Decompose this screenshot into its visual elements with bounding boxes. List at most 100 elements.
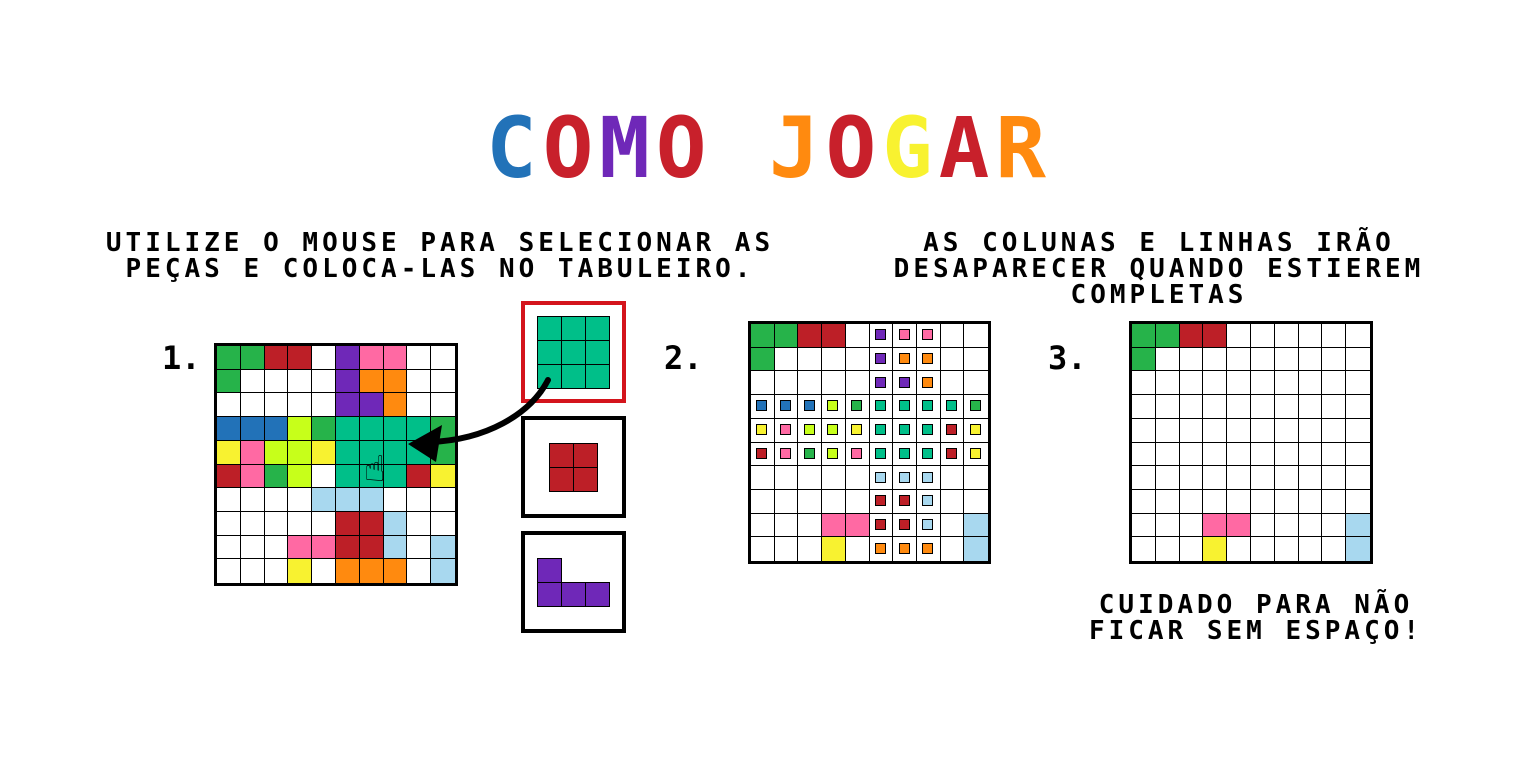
board-cell[interactable] xyxy=(335,511,360,536)
board-cell[interactable] xyxy=(288,440,313,465)
board-cell[interactable] xyxy=(288,393,313,418)
piece-slot-purple-l[interactable] xyxy=(521,531,626,633)
board-cell[interactable] xyxy=(359,369,384,394)
clearing-block xyxy=(803,400,815,412)
board-cell xyxy=(798,466,823,490)
clearing-block xyxy=(922,400,934,412)
board-cell[interactable] xyxy=(335,346,360,370)
board-cell[interactable] xyxy=(264,511,289,536)
board-cell[interactable] xyxy=(312,559,336,583)
clearing-block xyxy=(851,424,863,436)
board-cell[interactable] xyxy=(217,464,241,489)
board-cell xyxy=(1250,324,1275,348)
board-cell xyxy=(916,466,941,490)
board-cell[interactable] xyxy=(407,535,432,560)
board-cell[interactable] xyxy=(264,346,289,370)
board-cell[interactable] xyxy=(407,511,432,536)
board-cell[interactable] xyxy=(264,559,289,583)
board-cell[interactable] xyxy=(335,535,360,560)
board-cell[interactable] xyxy=(240,488,265,512)
board-cell[interactable] xyxy=(217,346,241,370)
board-cell[interactable] xyxy=(312,535,336,560)
board-cell xyxy=(1250,442,1275,467)
board-cell xyxy=(940,395,965,419)
board-cell[interactable] xyxy=(335,440,360,465)
board-cell[interactable] xyxy=(240,417,265,441)
board-cell[interactable] xyxy=(240,535,265,560)
board-cell[interactable] xyxy=(240,511,265,536)
board-cell[interactable] xyxy=(264,535,289,560)
board-cell[interactable] xyxy=(240,393,265,418)
board-cell[interactable] xyxy=(264,440,289,465)
board-cell[interactable] xyxy=(264,464,289,489)
board-cell[interactable] xyxy=(359,511,384,536)
board-cell[interactable] xyxy=(217,393,241,418)
board-cell[interactable] xyxy=(264,393,289,418)
board-cell[interactable] xyxy=(383,559,408,583)
board-cell[interactable] xyxy=(240,369,265,394)
board-cell[interactable] xyxy=(240,464,265,489)
board-cell[interactable] xyxy=(335,393,360,418)
board-cell xyxy=(845,513,870,538)
board-cell[interactable] xyxy=(264,488,289,512)
board-cell[interactable] xyxy=(312,464,336,489)
clearing-block xyxy=(970,447,982,459)
board-cell[interactable] xyxy=(359,393,384,418)
board-cell[interactable] xyxy=(312,393,336,418)
board-cell[interactable] xyxy=(217,440,241,465)
board-cell[interactable] xyxy=(431,535,455,560)
board-cell[interactable] xyxy=(335,369,360,394)
board-cell[interactable] xyxy=(359,346,384,370)
board-cell[interactable] xyxy=(288,417,313,441)
board-cell[interactable] xyxy=(383,535,408,560)
board-cell[interactable] xyxy=(217,535,241,560)
board-cell[interactable] xyxy=(335,488,360,512)
board-cell[interactable] xyxy=(288,488,313,512)
board-cell[interactable] xyxy=(312,511,336,536)
board-cell[interactable] xyxy=(288,559,313,583)
board-cell[interactable] xyxy=(240,559,265,583)
board-cell[interactable] xyxy=(240,440,265,465)
board-cell[interactable] xyxy=(431,511,455,536)
board-cell[interactable] xyxy=(288,464,313,489)
board-cell[interactable] xyxy=(359,488,384,512)
board-cell[interactable] xyxy=(383,511,408,536)
board-cell[interactable] xyxy=(335,464,360,489)
board-cell xyxy=(1132,347,1156,372)
board-cell[interactable] xyxy=(383,346,408,370)
board-cell[interactable] xyxy=(431,488,455,512)
board-cell xyxy=(1322,537,1347,561)
board-cell[interactable] xyxy=(288,511,313,536)
board-cell xyxy=(869,513,894,538)
board-cell[interactable] xyxy=(217,511,241,536)
board-cell xyxy=(845,418,870,443)
board-cell[interactable] xyxy=(312,417,336,441)
board-cell[interactable] xyxy=(312,440,336,465)
board-cell[interactable] xyxy=(312,346,336,370)
board-cell[interactable] xyxy=(335,559,360,583)
board-cell[interactable] xyxy=(335,417,360,441)
board-cell[interactable] xyxy=(240,346,265,370)
board-cell[interactable] xyxy=(407,559,432,583)
board-cell[interactable] xyxy=(217,559,241,583)
board-cell[interactable] xyxy=(264,417,289,441)
piece-purple-l[interactable] xyxy=(537,557,610,607)
board-cell[interactable] xyxy=(359,417,384,441)
board-cell[interactable] xyxy=(312,369,336,394)
board-cell[interactable] xyxy=(217,417,241,441)
board-cell xyxy=(869,395,894,419)
board-cell[interactable] xyxy=(431,559,455,583)
board-cell[interactable] xyxy=(217,369,241,394)
board-cell[interactable] xyxy=(217,488,241,512)
board-cell[interactable] xyxy=(288,369,313,394)
board-cell[interactable] xyxy=(407,488,432,512)
board-cell[interactable] xyxy=(312,488,336,512)
board-cell[interactable] xyxy=(407,346,432,370)
board-cell[interactable] xyxy=(288,535,313,560)
board-cell[interactable] xyxy=(383,488,408,512)
board-cell[interactable] xyxy=(264,369,289,394)
board-cell[interactable] xyxy=(431,346,455,370)
board-cell[interactable] xyxy=(288,346,313,370)
board-cell[interactable] xyxy=(359,559,384,583)
board-cell[interactable] xyxy=(359,535,384,560)
